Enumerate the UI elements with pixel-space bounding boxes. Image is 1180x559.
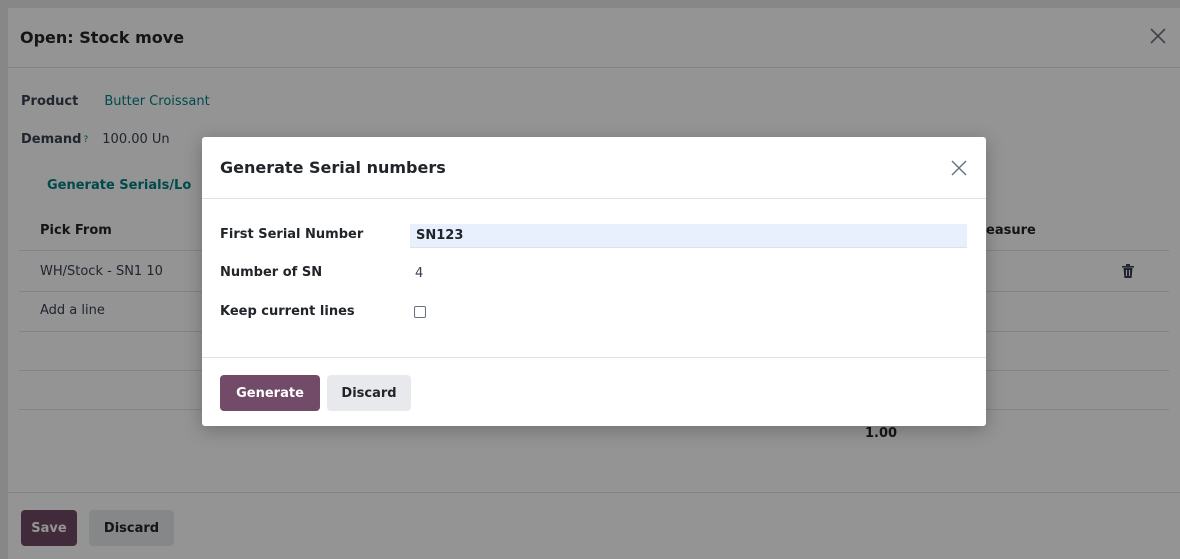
keep-lines-label: Keep current lines (220, 304, 355, 319)
first-serial-input[interactable] (410, 224, 967, 248)
generate-serial-numbers-dialog: Generate Serial numbers First Serial Num… (202, 137, 986, 426)
first-serial-label: First Serial Number (220, 227, 364, 242)
generate-button[interactable]: Generate (220, 375, 320, 411)
modal-header: Generate Serial numbers (202, 137, 986, 199)
keep-lines-checkbox[interactable] (414, 306, 426, 318)
modal-footer: Generate Discard (202, 357, 986, 426)
modal-title: Generate Serial numbers (220, 158, 446, 177)
number-sn-input[interactable]: 4 (415, 266, 423, 281)
discard-button[interactable]: Discard (327, 375, 411, 411)
close-icon[interactable] (950, 159, 968, 177)
number-sn-label: Number of SN (220, 265, 323, 280)
